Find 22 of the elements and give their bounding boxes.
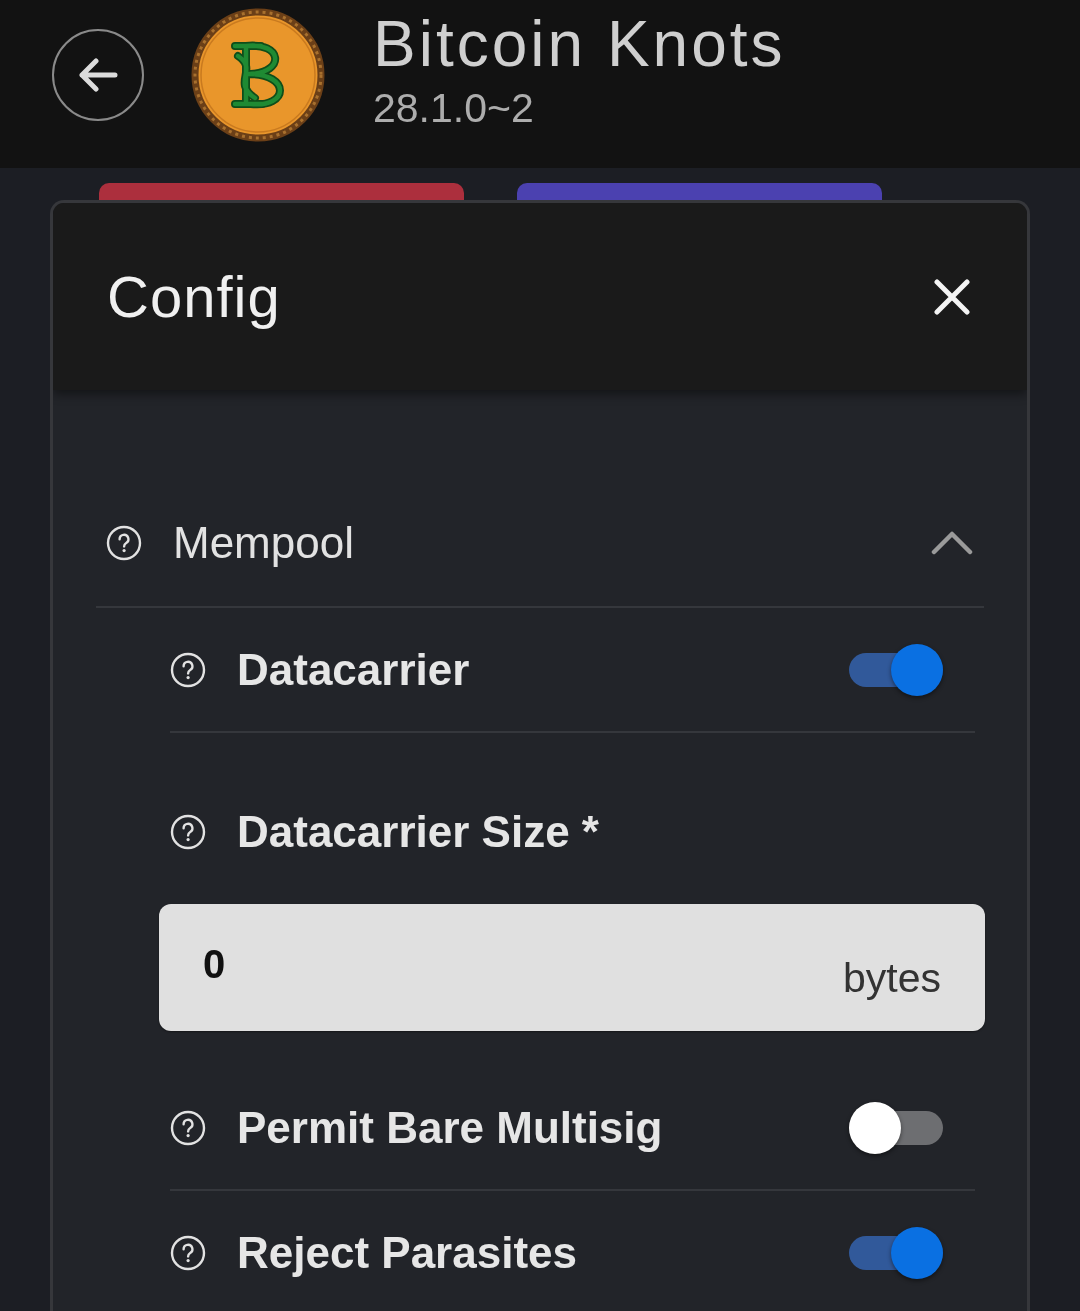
help-icon[interactable] [170, 1109, 206, 1146]
section-title: Mempool [173, 517, 355, 569]
unit-label: bytes [843, 954, 941, 1003]
setting-label: Datacarrier [237, 643, 471, 696]
help-icon[interactable] [170, 814, 206, 850]
knot-emblem-icon [191, 8, 325, 142]
setting-label: Reject Parasites [237, 1226, 578, 1279]
version-text: 28.1.0~2 [373, 84, 535, 132]
setting-label: Permit Bare Multisig [237, 1101, 664, 1154]
help-icon[interactable] [106, 525, 142, 561]
help-icon[interactable] [170, 651, 206, 688]
toggle-switch[interactable] [849, 1101, 943, 1154]
toggle-switch[interactable] [849, 643, 943, 696]
chevron-icon[interactable] [931, 531, 973, 555]
setting-label: Datacarrier Size * [237, 806, 599, 858]
close-icon [934, 278, 970, 315]
dialog-title: Config [107, 262, 281, 331]
app-title: Bitcoin Knots [373, 8, 786, 80]
toggle-switch[interactable] [849, 1226, 943, 1279]
help-icon[interactable] [170, 1234, 206, 1271]
arrow-left-icon [78, 58, 118, 92]
back-button[interactable] [52, 29, 144, 121]
